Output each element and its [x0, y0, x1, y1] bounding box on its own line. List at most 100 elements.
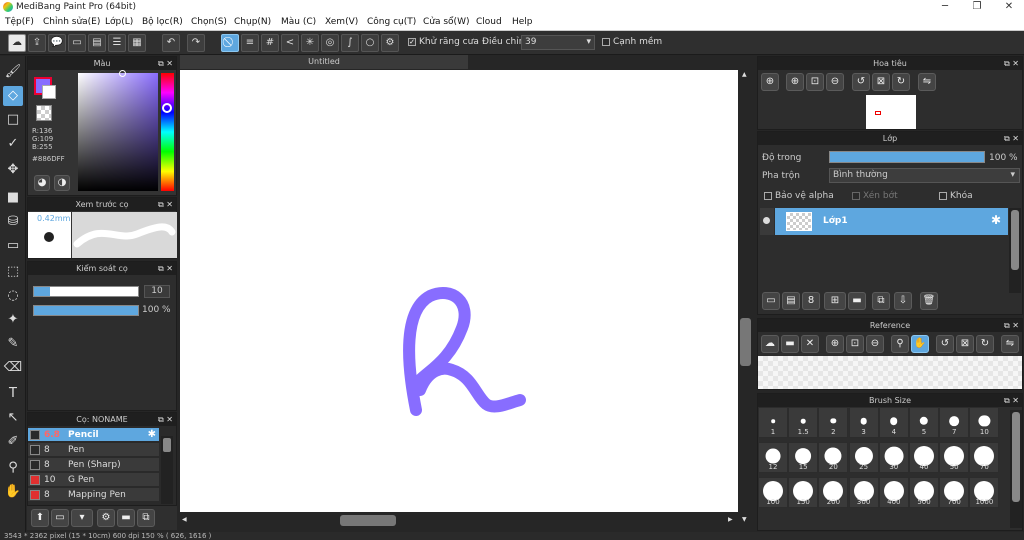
saturation-value-picker[interactable]	[78, 73, 158, 191]
curve-snap-icon[interactable]: ∫	[341, 34, 359, 52]
edge-option[interactable]: Cạnh mềm	[602, 37, 662, 47]
brush-size-cell[interactable]: 150	[788, 477, 819, 508]
menu-filter[interactable]: Bộ lọc(R)	[142, 17, 183, 27]
brush-size-cell[interactable]: 25	[848, 442, 879, 473]
panel-controls-icon[interactable]: ⧉ ✕	[158, 262, 173, 275]
bucket-tool-icon[interactable]: ⛁	[3, 212, 23, 232]
new-layer-icon[interactable]: ▭	[762, 292, 780, 310]
circle-snap-icon[interactable]: ○	[361, 34, 379, 52]
merge-layer-icon[interactable]: ⇩	[894, 292, 912, 310]
scroll-up-icon[interactable]: ▲	[742, 71, 747, 78]
reset-view-icon[interactable]: ⊠	[872, 73, 890, 91]
panel-controls-icon[interactable]: ⧉ ✕	[1004, 132, 1019, 145]
fit-window-icon[interactable]: ⊡	[806, 73, 824, 91]
reference-open-icon[interactable]: ▬	[781, 335, 799, 353]
brush-size-cell[interactable]: 2	[818, 407, 849, 438]
brush-size-scroll-thumb[interactable]	[1012, 412, 1020, 502]
lock-checkbox[interactable]	[939, 191, 947, 200]
reference-hand-icon[interactable]: ✋	[911, 335, 929, 353]
horizontal-scroll-thumb[interactable]	[340, 515, 396, 526]
layer-row[interactable]: Lớp1 ✱	[775, 208, 1008, 235]
flip-icon[interactable]: ⇋	[918, 73, 936, 91]
canvas-vertical-scrollbar[interactable]: ▲ ▼	[738, 70, 753, 525]
divide-tool-icon[interactable]: ✐	[3, 432, 23, 452]
eraser-tool-icon[interactable]: ◇	[3, 86, 23, 106]
panel-controls-icon[interactable]: ⧉ ✕	[158, 198, 173, 211]
hue-slider-handle[interactable]	[162, 103, 172, 113]
hue-slider[interactable]	[161, 73, 174, 191]
layer-list-scrollbar[interactable]	[1009, 208, 1021, 293]
reference-zoom-out-icon[interactable]: ⊖	[866, 335, 884, 353]
menu-window[interactable]: Cửa sổ(W)	[423, 17, 469, 27]
brush-size-cell[interactable]: 500	[909, 477, 939, 508]
brush-size-cell[interactable]: 3	[848, 407, 879, 438]
vanishing-snap-icon[interactable]: <	[281, 34, 299, 52]
brush-size-cell[interactable]: 1	[758, 407, 788, 438]
brush-size-scrollbar[interactable]	[1010, 410, 1022, 528]
tab-untitled[interactable]: Untitled	[180, 55, 468, 69]
menu-tools[interactable]: Công cụ(T)	[367, 17, 416, 27]
reference-zoom-in-icon[interactable]: ⊕	[826, 335, 844, 353]
select-eraser-tool-icon[interactable]: ⌫	[3, 358, 23, 378]
menu-layer[interactable]: Lớp(L)	[105, 17, 133, 27]
reference-close-icon[interactable]: ✕	[801, 335, 819, 353]
zoom-out-icon[interactable]: ⊖	[826, 73, 844, 91]
layer-scroll-thumb[interactable]	[1011, 210, 1019, 270]
brush-size-cell[interactable]: 7	[939, 407, 970, 438]
layer-folder-icon[interactable]: ▬	[848, 292, 866, 310]
duplicate-layer-icon[interactable]: ⧉	[872, 292, 890, 310]
add-brush-icon[interactable]: ⬆	[31, 509, 49, 527]
layer-settings-icon[interactable]: ✱	[991, 213, 1001, 227]
panel-controls-icon[interactable]: ⧉ ✕	[1004, 57, 1019, 70]
scroll-down-icon[interactable]: ▼	[742, 516, 747, 523]
settings-gear-icon[interactable]: ⚙	[381, 34, 399, 52]
magic-wand-tool-icon[interactable]: ✦	[3, 310, 23, 330]
reference-eyedropper-icon[interactable]: ⚲	[891, 335, 909, 353]
brush-size-cell[interactable]: 10	[969, 407, 1000, 438]
reference-fit-icon[interactable]: ⊡	[846, 335, 864, 353]
menu-view[interactable]: Xem(V)	[325, 17, 358, 27]
brush-list-scrollbar[interactable]	[161, 436, 173, 504]
eyedropper-tool-icon[interactable]: ⚲	[3, 458, 23, 478]
new-brush-icon[interactable]: ▭	[51, 509, 69, 527]
brush-list-item[interactable]: 8 Pen	[28, 443, 159, 457]
operation-tool-icon[interactable]: ↖	[3, 408, 23, 428]
brush-list-item[interactable]: 8 Mapping Pen	[28, 488, 159, 502]
dot-tool-icon[interactable]: □	[3, 110, 23, 130]
brush-size-value[interactable]: 10	[144, 285, 170, 298]
delete-layer-icon[interactable]: 🗑	[920, 292, 938, 310]
brush-size-cell[interactable]: 400	[878, 477, 909, 508]
reference-upload-icon[interactable]: ☁	[761, 335, 779, 353]
select-pen-tool-icon[interactable]: ✎	[3, 334, 23, 354]
edge-checkbox[interactable]	[602, 37, 610, 46]
reference-rotate-right-icon[interactable]: ↻	[976, 335, 994, 353]
reference-reset-icon[interactable]: ⊠	[956, 335, 974, 353]
brush-item-settings-icon[interactable]: ✱	[148, 428, 156, 442]
move-tool-icon[interactable]: ✥	[3, 160, 23, 180]
brush-tool-icon[interactable]: 🖌	[3, 62, 23, 82]
clip-option[interactable]: Xén bớt	[852, 191, 898, 201]
gradient-tool-icon[interactable]: ▭	[3, 236, 23, 256]
radial-snap-icon[interactable]: ✳	[301, 34, 319, 52]
minimize-button[interactable]: ─	[930, 1, 960, 14]
brush-menu-icon[interactable]: ▾	[71, 509, 93, 527]
close-window-button[interactable]: ✕	[994, 1, 1024, 14]
rotate-left-icon[interactable]: ↺	[852, 73, 870, 91]
panel-controls-icon[interactable]: ⧉ ✕	[158, 413, 173, 426]
menu-edit[interactable]: Chỉnh sửa(E)	[43, 17, 100, 27]
layer-visibility-toggle[interactable]	[760, 208, 774, 235]
export-icon[interactable]: ⇪	[28, 34, 46, 52]
palette-icon[interactable]: ◕	[34, 175, 50, 191]
brush-size-cell[interactable]: 300	[848, 477, 879, 508]
brush-size-cell[interactable]: 40	[909, 442, 939, 473]
lock-option[interactable]: Khóa	[939, 191, 973, 201]
panel-controls-icon[interactable]: ⧉ ✕	[1004, 319, 1019, 332]
brush-size-cell[interactable]: 5	[909, 407, 939, 438]
sv-picker-handle[interactable]	[119, 70, 126, 77]
protect-alpha-checkbox[interactable]	[764, 191, 772, 200]
lasso-tool-icon[interactable]: ◌	[3, 286, 23, 306]
vertical-scroll-thumb[interactable]	[740, 318, 751, 366]
menu-help[interactable]: Help	[512, 17, 533, 27]
drawing-canvas[interactable]	[180, 70, 738, 512]
panel-controls-icon[interactable]: ⧉ ✕	[158, 57, 173, 70]
